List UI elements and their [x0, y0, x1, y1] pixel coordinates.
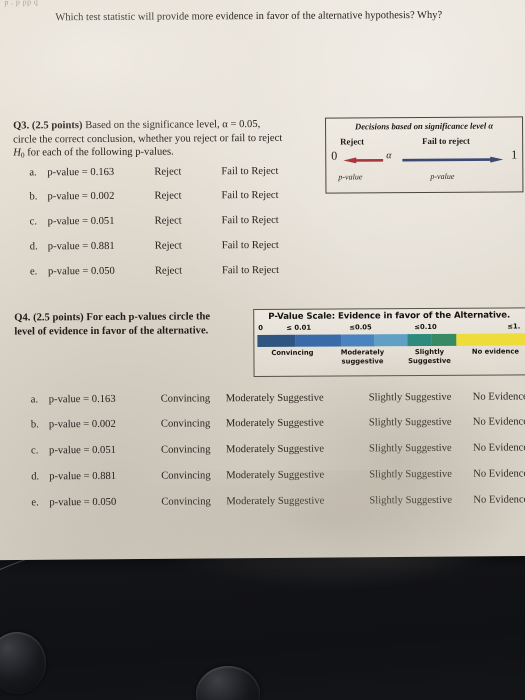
q3-points: (2.5 points): [31, 120, 83, 132]
pvalue-scale-cat-slightly: Slightly Suggestive: [408, 347, 451, 365]
pvalue-scale-cat-moderately: Moderately suggestive: [340, 348, 385, 366]
band-moderate-mid: [341, 334, 375, 347]
decision-figure-right-caption: p-value: [430, 171, 455, 181]
q4-row-a-letter: a.: [30, 394, 39, 406]
q3-row-a-option-reject[interactable]: Reject: [154, 166, 181, 177]
q4-row-a-option-moderately-suggestive[interactable]: Moderately Suggestive: [226, 393, 324, 405]
q3-row-d-option-reject[interactable]: Reject: [155, 240, 182, 251]
q4-points: (2.5 points): [33, 312, 84, 324]
pvalue-scale-tick-010: ≤0.10: [414, 322, 437, 332]
q3-label: Q3.: [13, 120, 30, 132]
q4-row-d-option-no-evidence[interactable]: No Evidence: [473, 468, 525, 479]
decision-figure: Decisions based on significance level α …: [325, 116, 524, 194]
q4-label: Q4.: [14, 312, 31, 324]
pvalue-scale-tick-0: 0: [258, 323, 264, 333]
q3-row-c-option-fail-to-reject[interactable]: Fail to Reject: [222, 215, 279, 226]
q4-row-e-letter: e.: [31, 497, 39, 509]
decision-figure-title: Decisions based on significance level α: [354, 120, 494, 132]
decision-figure-axis-min: 0: [331, 148, 338, 163]
band-no-evidence: [455, 333, 525, 346]
q4-row-c-letter: c.: [31, 445, 39, 457]
q4-stem-line2: level of evidence in favor of the altern…: [14, 325, 209, 338]
pvalue-scale-tick-1: ≤1.: [507, 322, 521, 331]
q3-row-a-letter: a.: [29, 167, 37, 179]
q3-stem: Q3. (2.5 points) Based on the significan…: [13, 118, 313, 163]
decision-figure-axis-max: 1: [511, 147, 518, 162]
q4-row-d-letter: d.: [31, 471, 40, 483]
q4-row-e-pvalue: p-value = 0.050: [49, 496, 117, 509]
q3-stem-line3: for each of the following p-values.: [27, 146, 174, 159]
q4-row-d-option-slightly-suggestive[interactable]: Slightly Suggestive: [369, 469, 452, 481]
q3-row-d-letter: d.: [29, 241, 38, 253]
decision-figure-reject-heading: Reject: [340, 136, 365, 147]
q3-row-b-option-fail-to-reject[interactable]: Fail to Reject: [221, 190, 278, 201]
q3-null-subscript: 0: [20, 150, 25, 160]
q4-row-a-option-slightly-suggestive[interactable]: Slightly Suggestive: [369, 392, 452, 404]
q4-row-b-option-slightly-suggestive[interactable]: Slightly Suggestive: [369, 417, 452, 429]
q3-row-d-option-fail-to-reject[interactable]: Fail to Reject: [222, 240, 279, 251]
band-moderate-light: [374, 334, 407, 347]
q4-row-c-option-convincing[interactable]: Convincing: [161, 444, 211, 455]
lead-question: Which test statistic will provide more e…: [55, 9, 443, 24]
pvalue-scale-categories: Convincing Moderately suggestive Slightl…: [254, 347, 525, 373]
decision-figure-fail-heading: Fail to reject: [422, 135, 470, 147]
q3-row-a-option-fail-to-reject[interactable]: Fail to Reject: [221, 166, 278, 177]
q4-row-c-pvalue: p-value = 0.051: [49, 444, 116, 457]
q4-row-a-option-convincing[interactable]: Convincing: [161, 393, 211, 404]
q4-row-b-option-no-evidence[interactable]: No Evidence: [473, 416, 525, 427]
band-convincing-mid: [295, 334, 342, 347]
q3-row-b-option-reject[interactable]: Reject: [154, 190, 181, 201]
q4-row-d-option-moderately-suggestive[interactable]: Moderately Suggestive: [226, 470, 324, 482]
pvalue-scale-tick-001: ≤ 0.01: [286, 323, 312, 332]
q3-row-e-pvalue: p-value = 0.050: [47, 265, 115, 278]
q4-row-c-option-moderately-suggestive[interactable]: Moderately Suggestive: [226, 444, 324, 456]
q4-row-b-option-moderately-suggestive[interactable]: Moderately Suggestive: [226, 418, 324, 430]
band-slight-green: [431, 333, 456, 346]
q3-stem-line1: Based on the significance level, α = 0.0…: [85, 119, 261, 132]
q4-row-e-option-moderately-suggestive[interactable]: Moderately Suggestive: [226, 496, 324, 508]
q4-row-d-pvalue: p-value = 0.881: [49, 470, 117, 483]
cut-off-top-text: p . p pp q: [4, 0, 39, 7]
q4-row-b-letter: b.: [30, 419, 39, 431]
pvalue-scale-cat-no-evidence: No evidence: [471, 347, 519, 356]
q4-row-b-option-convincing[interactable]: Convincing: [161, 418, 211, 429]
q4-row-b-pvalue: p-value = 0.002: [48, 418, 116, 431]
q3-row-e-option-reject[interactable]: Reject: [155, 265, 182, 276]
q3-row-b-pvalue: p-value = 0.002: [47, 190, 115, 203]
q4-row-a-pvalue: p-value = 0.163: [48, 393, 116, 406]
left-arrow-icon: [343, 157, 384, 164]
q4-row-c-option-no-evidence[interactable]: No Evidence: [473, 442, 525, 453]
q3-row-c-option-reject[interactable]: Reject: [155, 215, 182, 226]
decision-figure-left-caption: p-value: [338, 172, 363, 182]
band-slight-teal: [406, 333, 432, 347]
q3-row-e-option-fail-to-reject[interactable]: Fail to Reject: [222, 265, 279, 276]
q4-row-e-option-convincing[interactable]: Convincing: [161, 496, 211, 507]
q4-row-d-option-convincing[interactable]: Convincing: [161, 470, 211, 481]
q3-row-b-letter: b.: [29, 191, 38, 203]
q3-null-hypothesis-symbol: H: [13, 147, 21, 159]
q3-row-d-pvalue: p-value = 0.881: [47, 240, 115, 253]
q4-row-e-option-slightly-suggestive[interactable]: Slightly Suggestive: [369, 495, 452, 507]
band-convincing-dark: [257, 334, 296, 348]
q4-stem: Q4. (2.5 points) For each p-values circl…: [14, 310, 252, 339]
q3-row-c-pvalue: p-value = 0.051: [47, 215, 115, 228]
q4-row-a-option-no-evidence[interactable]: No Evidence: [473, 391, 525, 402]
pvalue-scale-cat-convincing: Convincing: [271, 348, 314, 357]
photo-of-homework-sheet: p . p pp q Which test statistic will pro…: [0, 0, 525, 700]
right-arrow-icon: [402, 156, 504, 163]
q3-row-c-letter: c.: [29, 216, 38, 228]
decision-figure-alpha-symbol: α: [386, 150, 392, 162]
worksheet-content: p . p pp q Which test statistic will pro…: [0, 0, 525, 560]
pvalue-scale-figure: P-Value Scale: Evidence in favor of the …: [253, 307, 525, 378]
pvalue-scale-color-bar: [257, 333, 525, 348]
q3-row-e-letter: e.: [29, 266, 38, 278]
q4-stem-line1: For each p-values circle the: [86, 311, 211, 324]
pvalue-scale-tick-005: ≤0.05: [349, 323, 372, 332]
q3-stem-line2: circle the correct conclusion, whether y…: [13, 132, 283, 146]
q3-row-a-pvalue: p-value = 0.163: [47, 166, 115, 179]
q4-row-e-option-no-evidence[interactable]: No Evidence: [473, 494, 525, 505]
pvalue-scale-title: P-Value Scale: Evidence in favor of the …: [268, 310, 511, 322]
q4-row-c-option-slightly-suggestive[interactable]: Slightly Suggestive: [369, 443, 452, 455]
